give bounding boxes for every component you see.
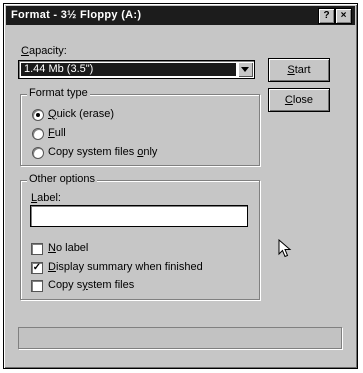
close-button[interactable]: Close [268,88,330,112]
label-input[interactable] [30,205,248,227]
close-icon: × [340,10,347,21]
radio-selected-dot [36,113,40,117]
other-options-legend: Other options [27,173,98,185]
window-title: Format - 3½ Floppy (A:) [11,9,142,21]
progress-bar [18,327,342,349]
radio-quick[interactable] [32,109,44,121]
radio-full-label[interactable]: Full [48,127,66,139]
checkbox-display-summary-label[interactable]: Display summary when finished [48,261,203,273]
radio-copy-system-files-only[interactable] [32,147,44,159]
close-window-button[interactable]: × [335,8,352,24]
checkbox-no-label[interactable] [31,243,43,255]
capacity-selected-value: 1.44 Mb (3.5") [21,63,236,76]
capacity-label: Capacity: [21,45,67,57]
mouse-pointer-icon [278,239,292,258]
start-button[interactable]: Start [268,58,330,82]
radio-copy-system-files-only-label[interactable]: Copy system files only [48,146,157,158]
format-type-legend: Format type [27,87,90,99]
checkbox-no-label-label[interactable]: No label [48,242,88,254]
title-bar[interactable]: Format - 3½ Floppy (A:) ? × [6,6,355,25]
dropdown-button[interactable] [238,62,253,77]
chevron-down-icon [241,67,249,72]
checkbox-copy-system-files[interactable] [31,280,43,292]
checkbox-copy-system-files-label[interactable]: Copy system files [48,279,134,291]
checkbox-display-summary[interactable]: ✓ [31,262,43,274]
help-button[interactable]: ? [318,8,335,24]
radio-full[interactable] [32,128,44,140]
label-field-label: Label: [31,192,61,204]
capacity-dropdown[interactable]: 1.44 Mb (3.5") [18,60,255,79]
radio-quick-label[interactable]: Quick (erase) [48,108,114,120]
help-icon: ? [323,10,330,21]
